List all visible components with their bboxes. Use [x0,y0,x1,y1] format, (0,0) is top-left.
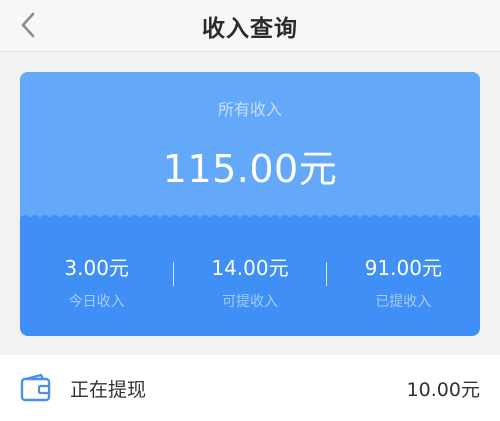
stat-divider [326,262,327,286]
stat-value: 91.00元 [364,256,442,280]
wave-divider [20,215,480,228]
stat-withdrawn-income[interactable]: 91.00元 已提收入 [327,242,480,312]
income-stats: 3.00元 今日收入 14.00元 可提收入 91.00元 已提收入 [20,242,480,312]
page-title: 收入查询 [202,16,298,42]
stat-label: 今日收入 [68,294,125,310]
navigation-bar: 收入查询 [0,0,500,52]
stat-label: 可提收入 [221,294,278,310]
stat-withdrawable-income[interactable]: 14.00元 可提收入 [173,242,326,312]
withdrawal-label: 正在提现 [70,378,147,401]
income-summary-card: 所有收入 115.00元 3.00元 今日收入 14.00元 可提收入 91.0… [20,72,480,336]
stat-label: 已提收入 [375,294,432,310]
withdrawal-value: 10.00元 [406,378,480,401]
stat-divider [173,262,174,286]
stat-today-income[interactable]: 3.00元 今日收入 [20,242,173,312]
withdrawal-in-progress-row[interactable]: 正在提现 10.00元 [0,355,500,421]
total-income-value: 115.00元 [162,147,338,191]
wallet-icon [20,373,51,402]
stat-value: 3.00元 [64,256,129,280]
total-income-label: 所有收入 [217,100,282,119]
stat-value: 14.00元 [211,256,289,280]
